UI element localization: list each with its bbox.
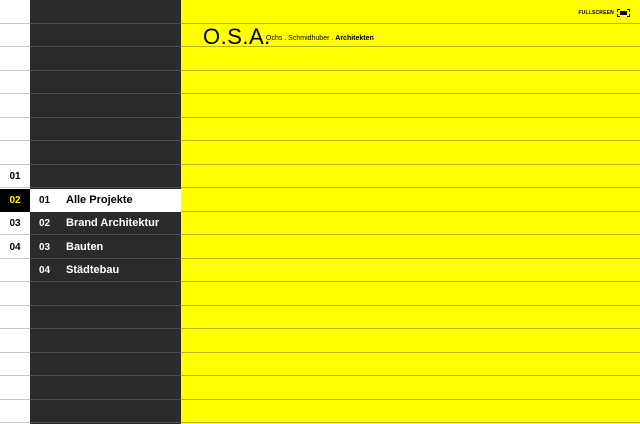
left-row <box>0 306 30 329</box>
logo[interactable]: O.S.A. <box>203 24 271 50</box>
main-row <box>181 306 640 329</box>
menu-item-number: 01 <box>39 194 51 206</box>
menu-item-number: 03 <box>39 241 51 253</box>
menu-row <box>30 71 181 94</box>
menu-item-number: 04 <box>39 265 51 276</box>
menu-row <box>30 141 181 165</box>
main-row <box>181 188 640 212</box>
left-row <box>0 0 30 24</box>
fullscreen-label: FULLSCREEN <box>578 10 614 16</box>
main-row <box>181 71 640 94</box>
main-row <box>181 329 640 353</box>
main-row <box>181 141 640 165</box>
menu-row <box>30 118 181 141</box>
menu-item-staedtebau[interactable]: 04 Städtebau <box>30 259 181 283</box>
main-row <box>181 212 640 235</box>
left-row <box>0 71 30 94</box>
menu-row <box>30 94 181 118</box>
main-row <box>181 282 640 306</box>
level-nav-item-03[interactable]: 03 <box>0 212 30 236</box>
main-row <box>181 118 640 141</box>
menu-item-alle-projekte[interactable]: 01 Alle Projekte <box>30 188 181 212</box>
main-row <box>181 165 640 188</box>
left-row <box>0 118 30 141</box>
main-row <box>181 0 640 24</box>
fullscreen-button[interactable]: FULLSCREEN <box>578 8 630 18</box>
main-row <box>181 400 640 423</box>
left-row <box>0 24 30 47</box>
menu-row <box>30 353 181 376</box>
main-row <box>181 235 640 259</box>
menu-item-brand-architektur[interactable]: 02 Brand Architektur <box>30 212 181 236</box>
fullscreen-icon <box>617 9 630 17</box>
menu-row <box>30 306 181 329</box>
left-row <box>0 282 30 306</box>
menu-row <box>30 376 181 400</box>
tagline-architekten: Architekten <box>335 35 374 42</box>
menu-item-bauten[interactable]: 03 Bauten <box>30 236 181 260</box>
menu-item-label: Brand Architektur <box>66 217 160 229</box>
left-row <box>0 353 30 376</box>
level-nav-item-04[interactable]: 04 <box>0 236 30 260</box>
menu-row <box>30 24 181 47</box>
tagline-names: Ochs . Schmidhuber . <box>266 35 336 42</box>
main-row <box>181 47 640 71</box>
left-row <box>0 94 30 118</box>
menu-item-number: 02 <box>39 218 51 229</box>
left-row <box>0 259 30 282</box>
level-nav-item-02[interactable]: 02 <box>0 188 30 212</box>
level-nav-item-01[interactable]: 01 <box>0 165 30 189</box>
left-row <box>0 47 30 71</box>
left-row <box>0 329 30 353</box>
main-area <box>181 0 640 424</box>
main-row <box>181 259 640 282</box>
menu-row <box>30 329 181 353</box>
menu-item-label: Städtebau <box>66 264 120 276</box>
menu-item-label: Bauten <box>66 240 104 253</box>
main-row <box>181 376 640 400</box>
menu-item-label: Alle Projekte <box>66 193 133 206</box>
menu-row <box>30 165 181 188</box>
left-row <box>0 141 30 165</box>
menu-row <box>30 47 181 71</box>
main-row <box>181 94 640 118</box>
main-row <box>181 353 640 376</box>
menu-row <box>30 400 181 423</box>
left-row <box>0 376 30 400</box>
menu-row <box>30 0 181 24</box>
tagline: Ochs . Schmidhuber . Architekten <box>266 35 374 42</box>
menu-row <box>30 282 181 306</box>
left-row <box>0 400 30 423</box>
